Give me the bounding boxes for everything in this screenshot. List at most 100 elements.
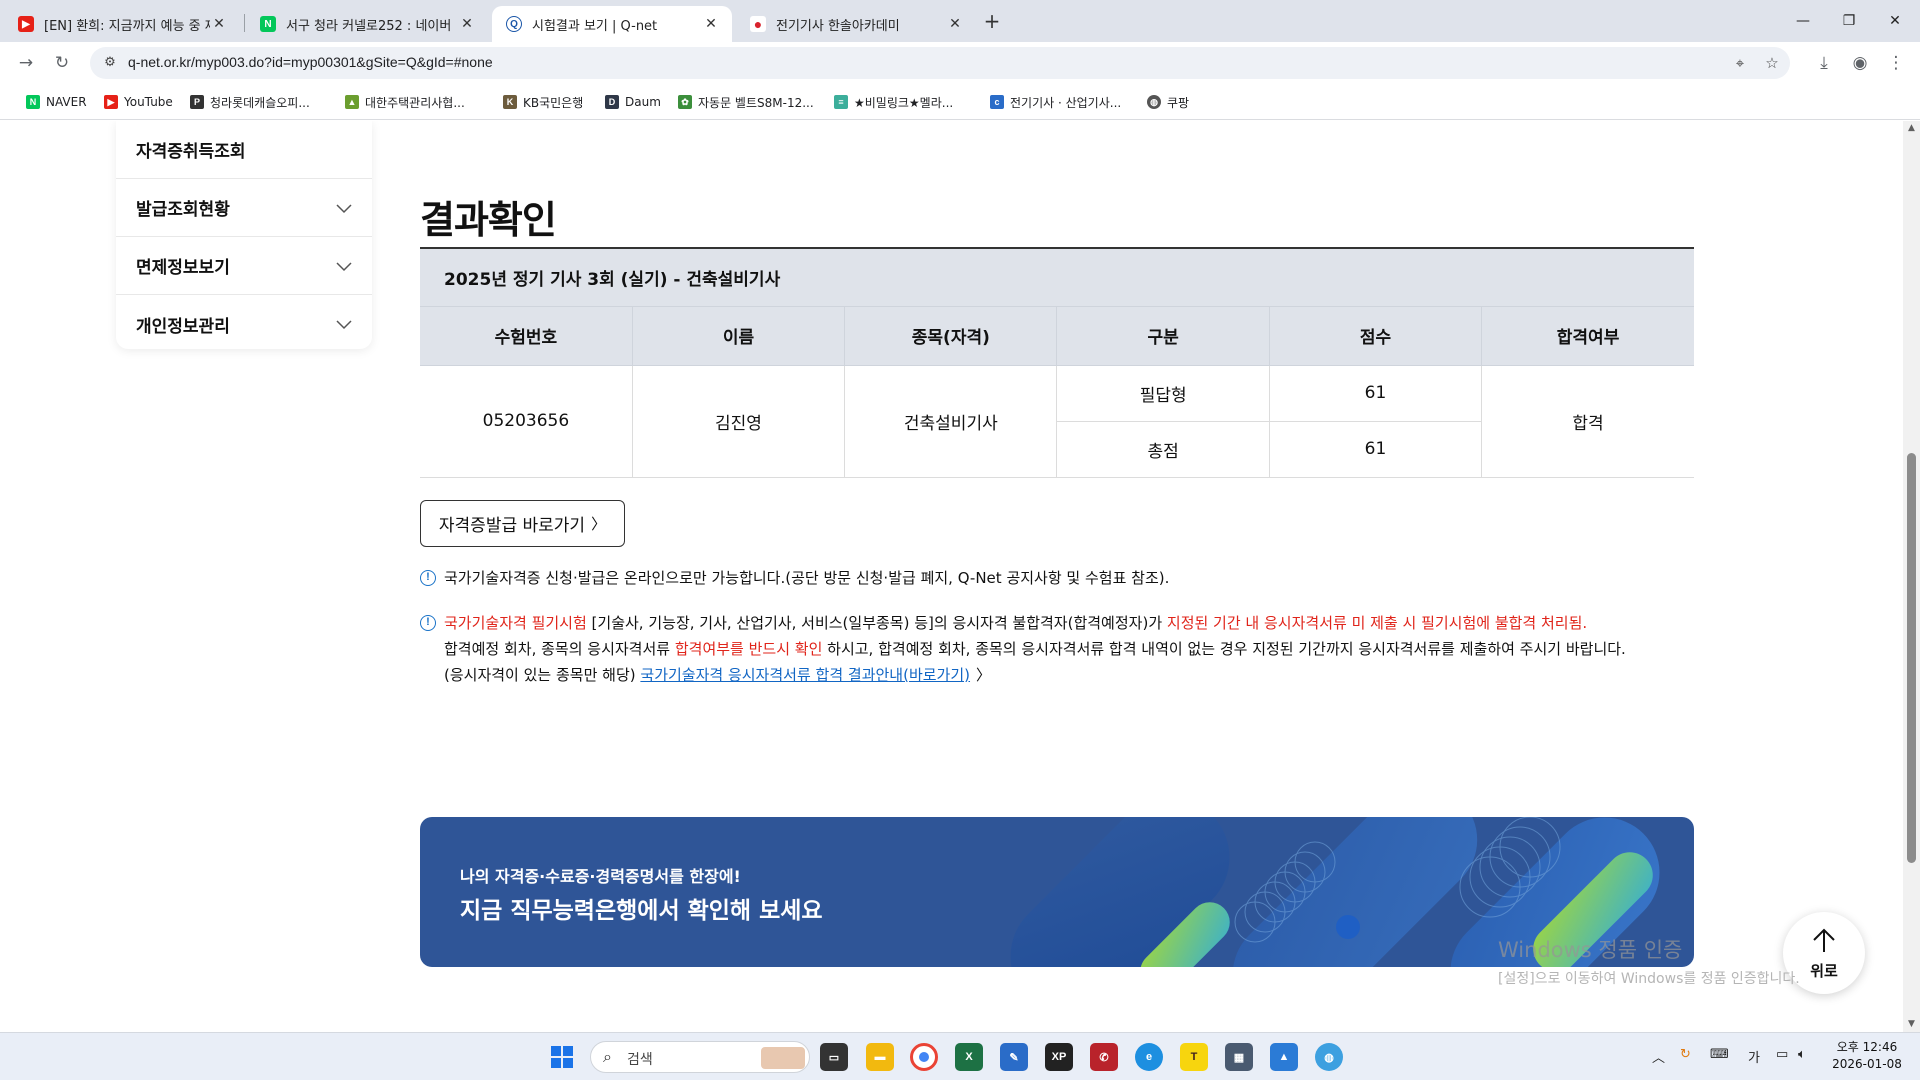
bookmark-star-icon[interactable]: ☆ [1762,53,1782,73]
notice-online-only: ! 국가기술자격증 신청·발급은 온라인으로만 가능합니다.(공단 방문 신청·… [420,565,1694,591]
tab-title: [EN] 환희: 지금까지 예능 중 제 [44,18,210,34]
site-info-icon[interactable]: ⚙ [100,53,120,73]
column-header: 수험번호 [420,307,633,366]
chrome-icon[interactable] [910,1043,938,1071]
windows-taskbar: ⌕ 검색 ▭ ▬ X ✎ XP ✆ e T ▦ ▲ ◍ ︿ ↻ ⌨ 가 ▭ 🔈︎… [0,1032,1920,1080]
calculator-icon[interactable]: ▦ [1225,1043,1253,1071]
sync-icon[interactable]: ↻ [1680,1047,1691,1062]
gear-icon: ✿ [678,95,692,109]
column-header: 이름 [632,307,846,366]
browser-tab-3-active[interactable]: Q 시험결과 보기 | Q-net ✕ [492,6,732,42]
scrollbar-thumb[interactable] [1907,453,1916,863]
youtube-icon: ▶ [104,95,118,109]
excel-icon[interactable]: X [955,1043,983,1071]
bookmark-youtube[interactable]: ▶ YouTube [104,92,173,112]
banner-line-2: 지금 직무능력은행에서 확인해 보세요 [460,898,823,924]
browser-tab-2[interactable]: N 서구 청라 커넬로252 : 네이버 ✕ [246,6,488,42]
bookmark-electric-engineer[interactable]: c 전기기사 · 산업기사... [990,92,1121,112]
chevron-up-icon[interactable]: ︿ [1652,1047,1665,1066]
naver-icon: N [260,16,276,32]
bookmark-housing-association[interactable]: ▲ 대한주택관리사협... [345,92,465,112]
taskbar-clock[interactable]: 오후 12:46 2026-01-08 [1822,1039,1912,1073]
bookmark-cheongna-lotte[interactable]: P 청라롯데캐슬오피... [190,92,310,112]
download-icon[interactable]: ⤓ [1812,51,1836,75]
reload-icon[interactable]: ↻ [50,51,74,75]
ime-indicator[interactable]: 가 [1748,1047,1760,1066]
browser-tab-1[interactable]: ▶ [EN] 환희: 지금까지 예능 중 제 ✕ [4,6,240,42]
location-icon[interactable]: ⌖ [1730,53,1750,73]
edge-icon[interactable]: e [1135,1043,1163,1071]
result-box: 2025년 정기 기사 3회 (실기) - 건축설비기사 수험번호 이름 종목(… [420,247,1694,478]
restore-button[interactable]: ❐ [1826,8,1872,34]
kakaotalk-icon[interactable]: T [1180,1043,1208,1071]
browser-toolbar: → ↻ ⚙ q-net.or.kr/myp003.do?id=myp00301&… [0,42,1920,84]
sidebar-item-personal-info[interactable]: 개인정보관리 [116,295,372,353]
taskbar-search[interactable]: ⌕ 검색 [590,1041,810,1073]
volume-icon[interactable]: 🔈︎ [1798,1047,1806,1062]
bookmark-automatic-door[interactable]: ✿ 자동문 벨트S8M-12... [678,92,814,112]
link-icon: ≡ [834,95,848,109]
url-text[interactable]: q-net.or.kr/myp003.do?id=myp00301&gSite=… [128,54,493,70]
notice-written-exam: ! 국가기술자격 필기시험 [기술사, 기능장, 기사, 산업기사, 서비스(일… [420,610,1694,690]
menu-icon[interactable]: ⋮ [1884,51,1908,75]
scroll-up-arrow-icon[interactable]: ▲ [1906,123,1917,133]
close-window-button[interactable]: ✕ [1872,8,1918,34]
tab-title: 시험결과 보기 | Q-net [532,18,658,34]
monitor-icon[interactable]: ▭ [1776,1047,1788,1062]
forward-icon[interactable]: → [14,51,38,75]
close-icon[interactable]: ✕ [702,16,720,32]
cafe-icon: c [990,95,1004,109]
sidebar-item-issuance-status[interactable]: 발급조회현황 [116,179,372,237]
minimize-button[interactable]: — [1780,8,1826,34]
close-icon[interactable]: ✕ [458,16,476,32]
sidebar-item-label: 발급조회현황 [136,200,230,220]
close-icon[interactable]: ✕ [946,16,964,32]
naver-icon: N [26,95,40,109]
scroll-down-arrow-icon[interactable]: ▼ [1906,1019,1917,1029]
new-tab-button[interactable]: + [980,10,1004,34]
chevron-right-icon: 〉 [976,666,992,684]
note-app-icon[interactable]: ✎ [1000,1043,1028,1071]
category-cell: 총점 [1056,421,1270,478]
bookmark-kb-bank[interactable]: K KB국민은행 [503,92,583,112]
info-icon: ! [420,615,436,631]
keyboard-icon[interactable]: ⌨ [1710,1047,1729,1062]
qualification-cell: 건축설비기사 [844,365,1058,478]
license-issue-button[interactable]: 자격증발급 바로가기 〉 [420,500,625,547]
sidebar-item-exemption-info[interactable]: 면제정보보기 [116,237,372,295]
page-scrollbar[interactable]: ▲ ▼ [1903,121,1920,1032]
browser-tab-4[interactable]: ● 전기기사 한솔아카데미 ✕ [736,6,976,42]
arrow-up-icon [1813,928,1835,952]
phone-app-icon[interactable]: ✆ [1090,1043,1118,1071]
notice-text: 국가기술자격증 신청·발급은 온라인으로만 가능합니다.(공단 방문 신청·발급… [444,569,1170,587]
sidebar-item-license-inquiry[interactable]: 자격증취득조회 [116,121,372,179]
pass-result-cell: 합격 [1481,365,1694,478]
task-view-icon[interactable]: ▭ [820,1043,848,1071]
chevron-down-icon [336,320,352,330]
exam-title: 2025년 정기 기사 3회 (실기) - 건축설비기사 [420,249,1694,307]
result-table: 수험번호 이름 종목(자격) 구분 점수 합격여부 05203656 김진영 건… [420,307,1694,478]
photos-icon[interactable]: ▲ [1270,1043,1298,1071]
notice-line-3: (응시자격이 있는 종목만 해당) 국가기술자격 응시자격서류 합격 결과안내(… [444,666,992,684]
close-icon[interactable]: ✕ [210,16,228,32]
bookmark-daum[interactable]: D Daum [605,92,661,112]
qnet-icon: Q [506,16,522,32]
address-bar[interactable]: ⚙ q-net.or.kr/myp003.do?id=myp00301&gSit… [90,47,1790,79]
globe-icon: ◍ [1147,95,1161,109]
qualification-result-link[interactable]: 국가기술자격 응시자격서류 합격 결과안내(바로가기) [640,666,970,684]
windows-start-icon[interactable] [548,1043,576,1071]
file-explorer-icon[interactable]: ▬ [866,1043,894,1071]
network-globe-icon[interactable]: ◍ [1315,1043,1343,1071]
profile-icon[interactable]: ◉ [1848,51,1872,75]
bookmark-coupang[interactable]: ◍ 쿠팡 [1147,92,1189,112]
bookmark-secret-link[interactable]: ≡ ★비밀링크★멜라... [834,92,953,112]
sidebar-item-label: 자격증취득조회 [136,142,246,162]
xp-app-icon[interactable]: XP [1045,1043,1073,1071]
bookmark-naver[interactable]: N NAVER [26,92,87,112]
sidebar-item-label: 개인정보관리 [136,316,230,337]
column-header: 구분 [1056,307,1270,366]
exam-number-cell: 05203656 [420,365,633,478]
windows-activation-watermark: Windows 정품 인증 [설정]으로 이동하여 Windows를 정품 인증… [1498,938,1800,987]
score-cell: 61 [1269,421,1483,478]
hansol-icon: ● [750,16,766,32]
